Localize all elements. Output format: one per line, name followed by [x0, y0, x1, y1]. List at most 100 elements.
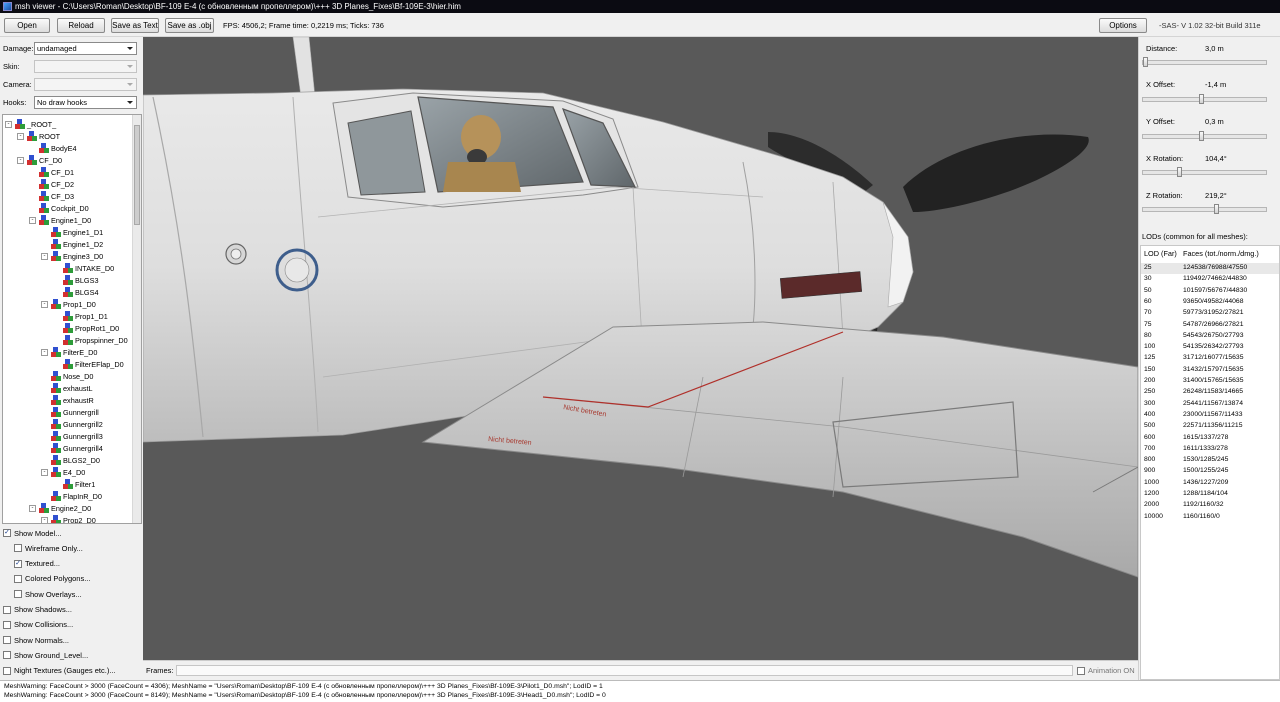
lod-row[interactable]: 900 1500/1255/245 — [1141, 466, 1279, 477]
lod-row[interactable]: 125 31712/16077/15635 — [1141, 353, 1279, 364]
tree-node[interactable]: Nose_D0 — [41, 370, 93, 382]
y-offset-slider-thumb[interactable] — [1198, 131, 1204, 141]
lod-row[interactable]: 30 119492/74662/44830 — [1141, 274, 1279, 285]
collapse-icon[interactable]: - — [41, 300, 48, 308]
lod-row[interactable]: 150 31432/15797/15635 — [1141, 365, 1279, 376]
animation-toggle[interactable]: Animation ON — [1077, 666, 1135, 675]
option-wireframe-only[interactable]: Wireframe Only... — [14, 541, 83, 555]
distance-slider[interactable] — [1142, 57, 1267, 67]
checkbox-icon[interactable] — [14, 590, 22, 599]
lod-row[interactable]: 500 22571/11356/11215 — [1141, 421, 1279, 432]
option-show-shadows[interactable]: Show Shadows... — [3, 603, 72, 617]
checkbox-icon[interactable] — [3, 666, 11, 675]
option-show-ground-level[interactable]: Show Ground_Level... — [3, 648, 88, 662]
open-button[interactable]: Open — [4, 18, 50, 33]
lod-row[interactable]: 10000 1160/1160/0 — [1141, 512, 1279, 523]
tree-node[interactable]: BLGS2_D0 — [41, 454, 100, 466]
lod-row[interactable]: 25 124538/76988/47550 — [1141, 263, 1279, 274]
tree-node[interactable]: FlapInR_D0 — [41, 490, 102, 502]
lod-row[interactable]: 100 54135/26342/27793 — [1141, 342, 1279, 353]
tree-scrollbar[interactable] — [132, 115, 141, 523]
x-rotation-slider[interactable] — [1142, 167, 1267, 177]
save-as-obj-button[interactable]: Save as .obj — [165, 18, 214, 33]
tree-node[interactable]: Cockpit_D0 — [29, 202, 89, 214]
option-colored-polygons[interactable]: Colored Polygons... — [14, 572, 90, 586]
tree-node[interactable]: - _ROOT_ — [5, 118, 56, 130]
tree-node[interactable]: Engine1_D1 — [41, 226, 103, 238]
options-button[interactable]: Options — [1099, 18, 1147, 33]
collapse-icon[interactable]: - — [5, 120, 12, 128]
tree-node[interactable]: - FilterE_D0 — [41, 346, 97, 358]
save-as-text-button[interactable]: Save as Text — [111, 18, 159, 33]
tree-node[interactable]: CF_D3 — [29, 190, 74, 202]
lod-row[interactable]: 1200 1288/1184/104 — [1141, 489, 1279, 500]
hooks-select[interactable]: No draw hooks — [34, 96, 137, 109]
tree-node[interactable]: Propspinner_D0 — [53, 334, 128, 346]
collapse-icon[interactable]: - — [41, 348, 48, 356]
tree-node[interactable]: - Engine3_D0 — [41, 250, 103, 262]
tree-node[interactable]: BLGS4 — [53, 286, 99, 298]
z-rotation-slider-thumb[interactable] — [1213, 204, 1219, 214]
distance-slider-thumb[interactable] — [1143, 57, 1148, 67]
tree-node[interactable]: - Prop1_D0 — [41, 298, 96, 310]
checkbox-icon[interactable] — [14, 544, 22, 553]
option-show-normals[interactable]: Show Normals... — [3, 633, 69, 647]
tree-node[interactable]: - Engine1_D0 — [29, 214, 91, 226]
tree-node[interactable]: Gunnergrill3 — [41, 430, 103, 442]
y-offset-slider[interactable] — [1142, 131, 1267, 141]
lod-row[interactable]: 200 31400/15765/15635 — [1141, 376, 1279, 387]
frames-slider[interactable] — [176, 665, 1073, 676]
checkbox-checked-icon[interactable]: ✓ — [14, 559, 22, 568]
tree-node[interactable]: - CF_D0 — [17, 154, 62, 166]
tree-node[interactable]: CF_D2 — [29, 178, 74, 190]
tree-node[interactable]: Engine1_D2 — [41, 238, 103, 250]
collapse-icon[interactable]: - — [17, 132, 24, 140]
checkbox-icon[interactable] — [3, 620, 11, 629]
tree-node[interactable]: Gunnergrill — [41, 406, 99, 418]
3d-viewport[interactable]: Nicht betreten Nicht betreten — [143, 37, 1138, 660]
lod-row[interactable]: 60 93650/49582/44068 — [1141, 297, 1279, 308]
log-output[interactable]: MeshWarning: FaceCount > 3000 (FaceCount… — [0, 680, 1280, 702]
option-night-textures-gauges-etc[interactable]: Night Textures (Gauges etc.)... — [3, 664, 116, 678]
tree-node[interactable]: - Prop2_D0 — [41, 514, 96, 523]
lod-row[interactable]: 80 54543/26750/27793 — [1141, 331, 1279, 342]
x-offset-slider-thumb[interactable] — [1198, 94, 1204, 104]
tree-node[interactable]: Prop1_D1 — [53, 310, 108, 322]
tree-scrollbar-thumb[interactable] — [134, 125, 140, 225]
tree-node[interactable]: exhaustL — [41, 382, 93, 394]
checkbox-icon[interactable] — [3, 636, 11, 645]
lod-table[interactable]: LOD (Far) Faces (tot./norm./dmg.) 25 1245… — [1140, 245, 1280, 680]
tree-node[interactable]: Gunnergrill2 — [41, 418, 103, 430]
lod-row[interactable]: 700 1611/1333/278 — [1141, 444, 1279, 455]
lod-row[interactable]: 1000 1436/1227/209 — [1141, 478, 1279, 489]
reload-button[interactable]: Reload — [57, 18, 105, 33]
lod-row[interactable]: 300 25441/11567/13874 — [1141, 399, 1279, 410]
tree-node[interactable]: - Engine2_D0 — [29, 502, 91, 514]
tree-node[interactable]: Filter1 — [53, 478, 95, 490]
tree-node[interactable]: BLGS3 — [53, 274, 99, 286]
damage-select[interactable]: undamaged — [34, 42, 137, 55]
checkbox-icon[interactable] — [3, 651, 11, 660]
option-textured[interactable]: ✓ Textured... — [14, 557, 60, 571]
lod-row[interactable]: 75 54787/26966/27821 — [1141, 320, 1279, 331]
x-rotation-slider-thumb[interactable] — [1176, 167, 1182, 177]
x-offset-slider[interactable] — [1142, 94, 1267, 104]
option-show-overlays[interactable]: Show Overlays... — [14, 587, 82, 601]
animation-checkbox[interactable] — [1077, 666, 1085, 675]
collapse-icon[interactable]: - — [17, 156, 24, 164]
tree-node[interactable]: exhaustR — [41, 394, 94, 406]
tree-node[interactable]: CF_D1 — [29, 166, 74, 178]
tree-node[interactable]: INTAKE_D0 — [53, 262, 114, 274]
lod-row[interactable]: 600 1615/1337/278 — [1141, 433, 1279, 444]
option-show-model[interactable]: ✓ Show Model... — [3, 526, 62, 540]
lod-row[interactable]: 70 59773/31952/27821 — [1141, 308, 1279, 319]
checkbox-icon[interactable] — [14, 574, 22, 583]
tree-node[interactable]: PropRot1_D0 — [53, 322, 119, 334]
collapse-icon[interactable]: - — [29, 504, 36, 512]
lod-row[interactable]: 2000 1192/1160/32 — [1141, 500, 1279, 511]
camera-select[interactable] — [34, 78, 137, 91]
collapse-icon[interactable]: - — [41, 252, 48, 260]
z-rotation-slider[interactable] — [1142, 204, 1267, 214]
lod-row[interactable]: 800 1530/1285/245 — [1141, 455, 1279, 466]
tree-node[interactable]: - ROOT — [17, 130, 60, 142]
